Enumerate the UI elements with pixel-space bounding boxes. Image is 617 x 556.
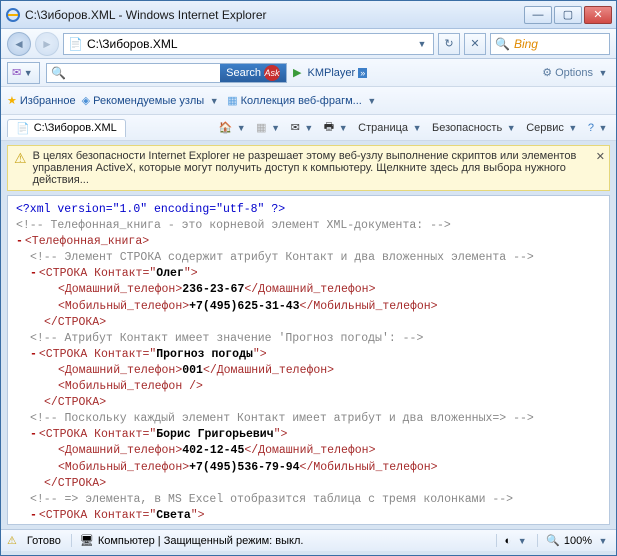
refresh-button[interactable]: ↻: [438, 33, 460, 55]
window-title: С:\Зиборов.XML - Windows Internet Explor…: [25, 8, 524, 22]
kmplayer-label: KMPlayer: [308, 67, 356, 79]
stop-button[interactable]: ✕: [464, 33, 486, 55]
star-icon: ★: [7, 94, 17, 107]
back-button[interactable]: ◄: [7, 32, 31, 56]
fragments-label: Коллекция веб-фрагм...: [241, 95, 362, 107]
warning-close-button[interactable]: ✕: [596, 150, 605, 163]
print-button[interactable]: 🖶▼: [324, 118, 350, 137]
mail-icon: ✉: [291, 121, 300, 134]
toolbar-row-2: ✉▼ 🔍 Search Ask ▶ KMPlayer » ⚙ Options ▼: [1, 59, 616, 87]
information-bar[interactable]: ⚠ В целях безопасности Internet Explorer…: [7, 145, 610, 191]
window-titlebar: С:\Зиборов.XML - Windows Internet Explor…: [1, 1, 616, 29]
computer-icon: 🖥: [80, 534, 94, 547]
status-zone-label: Компьютер | Защищенный режим: выкл.: [98, 535, 304, 547]
recommended-sites-button[interactable]: ◈ Рекомендуемые узлы ▼: [82, 94, 222, 107]
tab-current[interactable]: 📄 C:\Зиборов.XML: [7, 119, 126, 137]
search-box[interactable]: 🔍 Bing: [490, 33, 610, 55]
address-text: C:\Зиборов.XML: [87, 37, 411, 51]
minimize-button[interactable]: —: [524, 6, 552, 24]
zoom-label: 100%: [564, 535, 592, 547]
print-icon: 🖶: [324, 118, 334, 137]
help-button[interactable]: ?▼: [588, 122, 610, 134]
home-button[interactable]: 🏠▼: [218, 121, 248, 134]
navigation-bar: ◄ ► 📄 C:\Зиборов.XML ▼ ↻ ✕ 🔍 Bing: [1, 29, 616, 59]
feeds-button[interactable]: ▦▼: [256, 121, 282, 134]
page-label: Страница: [358, 122, 408, 134]
fragments-icon: ▦: [227, 94, 237, 107]
document-content[interactable]: <?xml version="1.0" encoding="utf-8" ?><…: [7, 195, 610, 525]
close-button[interactable]: ✕: [584, 6, 612, 24]
recommended-label: Рекомендуемые узлы: [93, 95, 204, 107]
mode-icon: ◐: [505, 535, 512, 547]
options-button[interactable]: ⚙ Options ▼: [542, 66, 610, 79]
web-fragments-button[interactable]: ▦ Коллекция веб-фрагм... ▼: [227, 94, 379, 107]
status-ready: Готово: [27, 535, 61, 547]
status-bar: ⚠ Готово 🖥 Компьютер | Защищенный режим:…: [1, 529, 616, 551]
help-icon: ?: [588, 122, 594, 134]
service-menu[interactable]: Сервис▼: [526, 122, 580, 134]
address-dropdown-icon[interactable]: ▼: [415, 39, 429, 49]
search-button-label: Search: [226, 67, 261, 79]
mail-button[interactable]: ✉▼: [7, 62, 40, 84]
zoom-control[interactable]: 🔍 100% ▼: [537, 534, 610, 547]
security-label: Безопасность: [432, 122, 502, 134]
page-menu[interactable]: Страница▼: [358, 122, 424, 134]
service-label: Сервис: [526, 122, 564, 134]
warning-icon: ⚠: [14, 150, 27, 167]
warning-text: В целях безопасности Internet Explorer н…: [33, 150, 603, 186]
status-mode[interactable]: ◐▼: [496, 534, 530, 547]
search-icon: 🔍: [47, 64, 70, 82]
gear-icon: ⚙: [542, 66, 552, 79]
tab-label: C:\Зиборов.XML: [34, 122, 117, 134]
favorites-bar: ★ Избранное ◈ Рекомендуемые узлы ▼ ▦ Кол…: [1, 87, 616, 115]
file-icon: 📄: [68, 37, 83, 51]
favorites-label: Избранное: [20, 95, 76, 107]
zoom-icon: 🔍: [546, 534, 560, 547]
favorites-button[interactable]: ★ Избранное: [7, 94, 76, 107]
toolbar-search-input[interactable]: [70, 64, 220, 82]
kmplayer-button[interactable]: KMPlayer »: [308, 67, 368, 79]
status-ready-icon: ⚠: [7, 534, 17, 547]
rss-icon: ▦: [256, 121, 266, 134]
home-icon: 🏠: [218, 121, 232, 134]
mail-cmd-button[interactable]: ✉▼: [291, 121, 316, 134]
media-play-button[interactable]: ▶: [293, 66, 301, 79]
search-placeholder: Bing: [514, 37, 538, 51]
tab-icon: 📄: [16, 122, 30, 135]
forward-button[interactable]: ►: [35, 32, 59, 56]
search-button[interactable]: Search Ask: [220, 64, 286, 82]
maximize-button[interactable]: ▢: [554, 6, 582, 24]
bing-icon: 🔍: [495, 37, 510, 51]
address-bar[interactable]: 📄 C:\Зиборов.XML ▼: [63, 33, 434, 55]
status-zone[interactable]: 🖥 Компьютер | Защищенный режим: выкл.: [71, 534, 304, 547]
options-label: Options: [555, 67, 593, 79]
sites-icon: ◈: [82, 94, 90, 107]
security-menu[interactable]: Безопасность▼: [432, 122, 518, 134]
toolbar-search[interactable]: 🔍 Search Ask: [46, 63, 287, 83]
ie-icon: [5, 7, 21, 23]
command-bar: 📄 C:\Зиборов.XML 🏠▼ ▦▼ ✉▼ 🖶▼ Страница▼ Б…: [1, 115, 616, 141]
ask-badge: Ask: [264, 65, 280, 81]
